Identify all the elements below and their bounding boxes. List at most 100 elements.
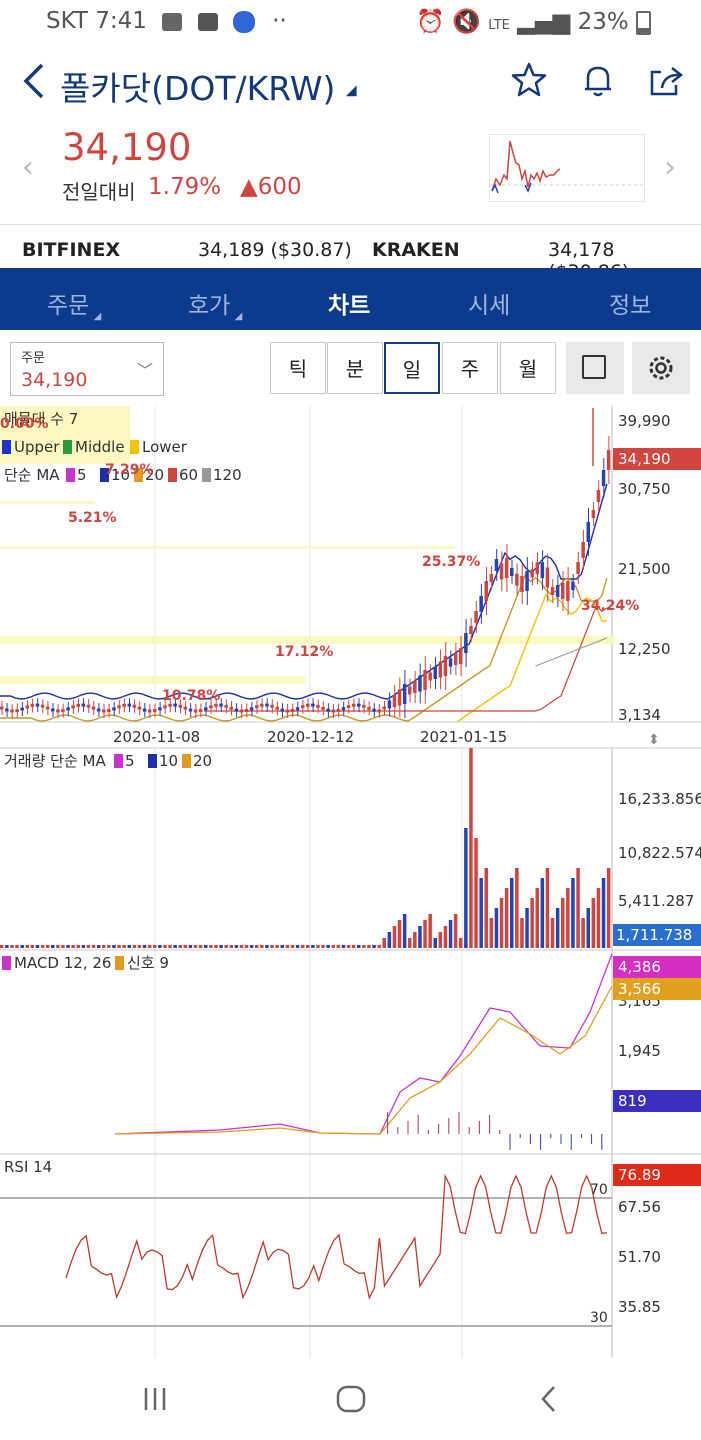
volume-bar — [40, 945, 45, 948]
date-axis-label: 2020-12-12 — [267, 728, 354, 746]
candle — [372, 708, 376, 712]
candle — [249, 707, 254, 711]
profile-percent-label: 7.29% — [105, 462, 154, 478]
exchange-1-value: 34,189 ($30.87) — [198, 239, 352, 261]
candle — [321, 706, 325, 710]
volume-bar — [576, 868, 580, 948]
volume-bar — [321, 945, 325, 948]
volume-bar — [229, 945, 233, 948]
volume-bar — [357, 945, 361, 948]
candle — [326, 708, 330, 712]
volume-bar — [418, 926, 422, 948]
candle — [280, 708, 284, 712]
home-icon[interactable] — [335, 1384, 367, 1414]
volume-bar — [581, 918, 585, 948]
price-chart[interactable]: 매물대 수 7Upper Middle Lower단순 MA 5 10 20 60 1200.… — [0, 406, 701, 1358]
change-amount: ▲600 — [240, 174, 302, 200]
candle — [459, 648, 463, 664]
profile-percent-label: 10.78% — [162, 688, 220, 704]
candle — [525, 570, 529, 591]
page-title[interactable]: 폴카닷(DOT/KRW) ◢ — [60, 62, 357, 110]
order-select-value: 34,190 — [21, 369, 88, 391]
period-tick[interactable]: 틱 — [270, 342, 326, 394]
period-minute[interactable]: 분 — [327, 342, 383, 394]
candle — [469, 626, 473, 634]
candle — [198, 708, 203, 712]
volume-bar — [51, 945, 55, 948]
star-icon[interactable] — [511, 62, 547, 98]
candle — [5, 708, 9, 712]
volume-bar — [316, 945, 320, 948]
rsi-axis-label: 51.70 — [618, 1248, 661, 1266]
volume-bar — [168, 945, 172, 948]
volume-bar — [555, 908, 560, 948]
volume-bar — [102, 945, 106, 948]
order-price-select[interactable]: 주문 34,190 ﹀ — [10, 342, 164, 396]
candle — [15, 709, 19, 713]
period-month[interactable]: 월 — [500, 342, 556, 394]
candle — [239, 709, 244, 713]
candle — [35, 703, 40, 707]
tab-info[interactable]: 정보 — [609, 286, 651, 320]
candle — [45, 706, 50, 710]
volume-bar — [76, 945, 80, 948]
candle — [591, 510, 596, 518]
gear-icon — [649, 356, 673, 380]
tab-orderbook-dropdown-icon: ◢ — [234, 311, 243, 322]
share-icon[interactable] — [648, 62, 684, 98]
volume-bar — [530, 898, 534, 948]
chevron-left-icon[interactable] — [20, 62, 48, 100]
volume-bar — [132, 945, 137, 948]
volume-bar — [249, 945, 254, 948]
candle — [464, 633, 468, 653]
volume-bar — [408, 938, 412, 948]
volume-bar — [540, 878, 545, 948]
volume-bar — [219, 945, 223, 948]
settings-button[interactable] — [632, 342, 690, 394]
ma-legend-period: 60 — [179, 466, 198, 484]
volume-bar — [484, 868, 488, 948]
recent-apps-icon[interactable] — [140, 1384, 170, 1414]
candle — [112, 707, 116, 711]
tab-market[interactable]: 시세 — [468, 286, 510, 320]
candle — [102, 709, 106, 713]
candle — [438, 661, 443, 678]
tab-orderbook[interactable]: 호가 ◢ — [188, 286, 242, 322]
volume-bar — [510, 878, 514, 948]
candle — [561, 583, 565, 599]
candle — [510, 567, 514, 576]
bell-icon[interactable] — [580, 62, 616, 98]
tab-chart[interactable]: 차트 — [328, 286, 370, 320]
volume-bar — [494, 908, 499, 948]
period-week[interactable]: 주 — [442, 342, 498, 394]
ma-legend-title: 단순 MA — [4, 466, 60, 484]
candle — [295, 707, 300, 711]
mini-chart[interactable] — [489, 134, 645, 202]
macd-tag: 819 — [618, 1092, 647, 1110]
volume-bar — [300, 945, 305, 948]
battery-icon — [636, 10, 651, 35]
candle — [96, 708, 101, 712]
volume-bar — [367, 945, 371, 948]
volume-bar — [45, 945, 50, 948]
volume-bar — [606, 868, 611, 948]
back-icon[interactable] — [534, 1384, 564, 1414]
fullscreen-button[interactable] — [566, 342, 624, 394]
legend-middle-swatch — [63, 440, 72, 454]
volume-bar — [147, 945, 152, 948]
prev-coin-arrow-icon[interactable]: ‹ — [22, 150, 34, 185]
volume-bar — [474, 838, 478, 948]
next-coin-arrow-icon[interactable]: › — [664, 150, 676, 185]
volume-bar — [15, 945, 19, 948]
profile-percent-label: 34.24% — [581, 598, 639, 614]
rsi-axis-label: 35.85 — [618, 1298, 661, 1316]
carrier: SKT — [46, 8, 88, 34]
battery-percent: 23% — [577, 9, 629, 35]
period-day[interactable]: 일 — [384, 342, 440, 394]
volume-bar — [402, 914, 407, 948]
candle — [453, 653, 458, 665]
tab-order[interactable]: 주문 ◢ — [47, 286, 101, 322]
volume-bar — [142, 945, 147, 948]
volume-bar — [433, 938, 437, 948]
volume-ma-period: 10 — [159, 752, 178, 770]
